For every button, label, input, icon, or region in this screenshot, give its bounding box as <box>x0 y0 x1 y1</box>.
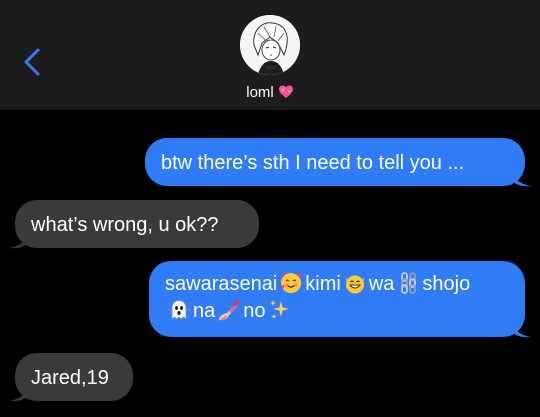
bubble-tail <box>511 168 531 187</box>
message-text: no <box>243 300 266 322</box>
bubble-tail <box>511 319 531 338</box>
chains-icon <box>396 271 420 295</box>
message-line: na no <box>165 298 509 325</box>
ghost-icon <box>167 298 191 322</box>
message-text: shojo <box>422 273 471 295</box>
sparkles-icon <box>268 298 292 322</box>
message-text: Jared,19 <box>31 367 109 389</box>
message-text: what’s wrong, u ok?? <box>31 214 219 236</box>
message-bubble-sent[interactable]: sawarasenai kimi wa shojo na no <box>149 261 525 337</box>
message-text: kimi <box>305 273 341 295</box>
chevron-left-icon <box>24 48 40 76</box>
contact-avatar[interactable] <box>240 15 300 75</box>
smiling-face-with-hearts-icon <box>279 271 303 295</box>
contact-name: loml <box>246 84 274 101</box>
grinning-cat-icon <box>343 271 367 295</box>
back-button[interactable] <box>18 42 48 82</box>
bubble-tail <box>9 230 29 249</box>
message-text: wa <box>368 273 395 295</box>
message-text: btw there’s sth I need to tell you ... <box>161 152 465 174</box>
sparkling-heart-icon <box>278 85 293 98</box>
message-text: na <box>193 300 216 322</box>
conversation-header: loml <box>0 0 540 110</box>
bubble-tail <box>9 383 29 402</box>
message-line: sawarasenai kimi wa shojo <box>165 271 509 298</box>
message-text: sawarasenai <box>165 273 278 295</box>
message-bubble-received[interactable]: what’s wrong, u ok?? <box>15 200 259 248</box>
message-bubble-received[interactable]: Jared,19 <box>15 353 133 401</box>
contact-name-row[interactable]: loml <box>0 83 540 103</box>
message-bubble-sent[interactable]: btw there’s sth I need to tell you ... <box>145 138 525 186</box>
nail-polish-icon <box>217 298 241 322</box>
